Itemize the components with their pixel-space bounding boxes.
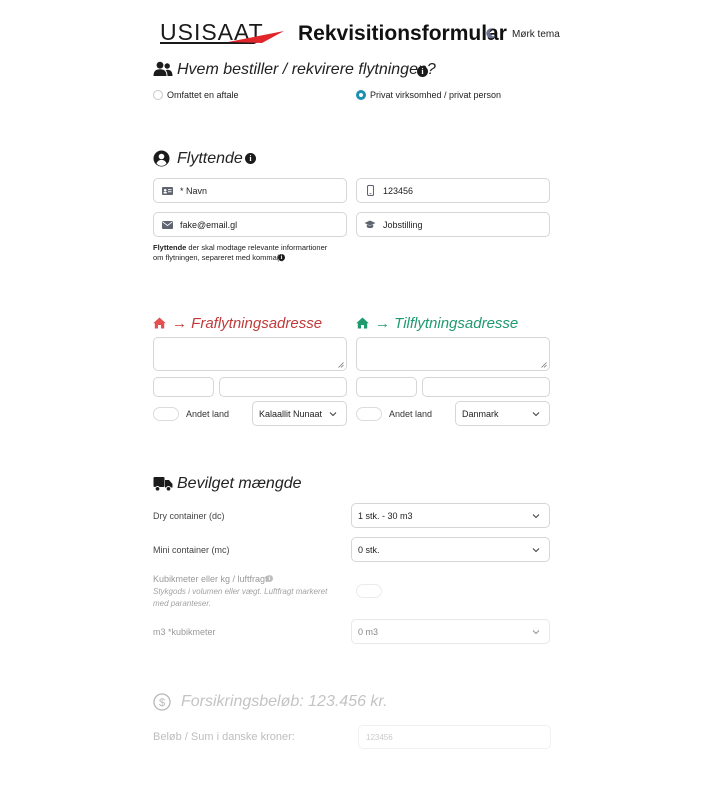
from-zip-field[interactable] <box>153 377 214 397</box>
insurance-amount-label: Beløb / Sum i danske kroner: <box>153 731 295 743</box>
from-address-label: Fraflytningsadresse <box>191 315 323 332</box>
email-value: fake@email.gl <box>180 219 238 230</box>
granted-title: Bevilget mængde <box>177 475 302 492</box>
m3-label: m3 *kubikmeter <box>153 627 216 637</box>
chevron-down-icon <box>532 547 540 552</box>
insurance-amount-field[interactable]: 123456 <box>358 725 551 749</box>
job-placeholder: Jobstilling <box>383 219 423 230</box>
to-country-value: Danmark <box>462 408 499 419</box>
page-title: Rekvisitionsformular <box>298 22 507 45</box>
m3-select[interactable]: 0 m3 <box>351 619 550 644</box>
from-city-field[interactable] <box>219 377 347 397</box>
radio-private-label[interactable]: Privat virksomhed / privat person <box>370 90 501 100</box>
user-circle-icon <box>153 150 170 167</box>
mini-container-select[interactable]: 0 stk. <box>351 537 550 562</box>
dry-container-label: Dry container (dc) <box>153 511 225 521</box>
name-field[interactable]: * Navn <box>153 178 347 203</box>
to-address-title: → Tilflytningsadresse <box>375 315 518 332</box>
resize-handle-icon[interactable] <box>338 362 344 368</box>
to-other-country-toggle[interactable] <box>356 407 382 421</box>
info-icon[interactable]: i <box>417 66 428 77</box>
movers-help-line2: om flytningen, separeret med komma(,) <box>153 253 284 263</box>
radio-agreement-label[interactable]: Omfattet en aftale <box>167 90 239 100</box>
m3-value: 0 m3 <box>358 626 379 637</box>
email-field[interactable]: fake@email.gl <box>153 212 347 237</box>
insurance-amount-placeholder: 123456 <box>366 732 393 742</box>
from-other-country-toggle[interactable] <box>153 407 179 421</box>
truck-icon <box>153 476 173 492</box>
chevron-down-icon <box>329 411 337 416</box>
to-country-select[interactable]: Danmark <box>455 401 550 426</box>
logo-swoosh-icon <box>160 31 284 44</box>
movers-help-text-1: der skal modtage relevante informartione… <box>186 243 328 252</box>
info-icon[interactable]: i <box>266 575 273 582</box>
from-country-value: Kalaallit Nunaat <box>259 408 323 419</box>
id-card-icon <box>161 186 173 195</box>
insurance-title: Forsikringsbeløb: 123.456 kr. <box>181 693 388 710</box>
info-icon[interactable]: i <box>245 153 256 164</box>
home-icon-red <box>153 316 166 329</box>
movers-help-text-2: om flytningen, separeret med komma(,) <box>153 253 284 262</box>
dry-container-select[interactable]: 1 stk. - 30 m3 <box>351 503 550 528</box>
cbm-toggle[interactable] <box>356 584 382 598</box>
movers-title: Flyttende <box>177 150 243 167</box>
arrow-icon: → <box>375 315 390 332</box>
orderer-title: Hvem bestiller / rekvirere flytningen? <box>177 61 436 78</box>
phone-field[interactable]: 123456 <box>356 178 550 203</box>
phone-icon <box>364 185 376 196</box>
resize-handle-icon[interactable] <box>541 362 547 368</box>
info-icon[interactable]: i <box>278 254 285 261</box>
chevron-down-icon <box>532 629 540 634</box>
moon-icon[interactable] <box>486 28 496 39</box>
movers-help-bold: Flyttende <box>153 243 187 252</box>
cbm-hint-2: med paranteser. <box>153 599 211 608</box>
to-address-textarea[interactable] <box>356 337 550 371</box>
mini-container-label: Mini container (mc) <box>153 545 230 555</box>
cbm-hint-1: Stykgods i volumen eller vægt. Luftfragt… <box>153 587 328 596</box>
arrow-icon: → <box>172 315 187 332</box>
to-address-label: Tilflytningsadresse <box>394 315 519 332</box>
to-zip-field[interactable] <box>356 377 417 397</box>
from-address-title: → Fraflytningsadresse <box>172 315 322 332</box>
home-icon-green <box>356 316 369 329</box>
dollar-circle-icon: $ <box>153 693 171 711</box>
from-address-textarea[interactable] <box>153 337 347 371</box>
svg-text:$: $ <box>159 697 165 709</box>
radio-private[interactable] <box>356 90 366 100</box>
dark-theme-toggle[interactable]: Mørk tema <box>512 29 560 40</box>
envelope-icon <box>161 220 173 229</box>
cbm-label: Kubikmeter eller kg / luftfragt <box>153 574 268 584</box>
radio-agreement[interactable] <box>153 90 163 100</box>
to-city-field[interactable] <box>422 377 550 397</box>
from-country-select[interactable]: Kalaallit Nunaat <box>252 401 347 426</box>
to-other-country-label: Andet land <box>389 409 433 419</box>
from-other-country-label: Andet land <box>186 409 230 419</box>
chevron-down-icon <box>532 411 540 416</box>
chevron-down-icon <box>532 513 540 518</box>
graduation-cap-icon <box>364 220 376 230</box>
movers-help: Flyttende der skal modtage relevante inf… <box>153 243 353 253</box>
phone-value: 123456 <box>383 185 414 196</box>
job-field[interactable]: Jobstilling <box>356 212 550 237</box>
users-icon <box>153 61 173 77</box>
mini-container-value: 0 stk. <box>358 544 380 555</box>
dry-container-value: 1 stk. - 30 m3 <box>358 510 413 521</box>
name-placeholder: * Navn <box>180 185 208 196</box>
